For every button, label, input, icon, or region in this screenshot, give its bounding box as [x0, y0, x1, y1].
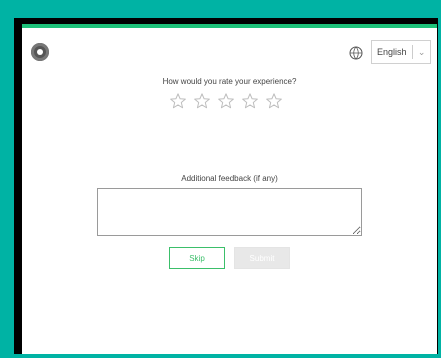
star-rating — [169, 92, 283, 110]
skip-button[interactable]: Skip — [169, 247, 225, 269]
star-2-icon[interactable] — [193, 92, 211, 110]
feedback-dialog: English ⌄ How would you rate your experi… — [22, 24, 437, 354]
star-4-icon[interactable] — [241, 92, 259, 110]
rating-question: How would you rate your experience? — [162, 77, 297, 86]
star-5-icon[interactable] — [265, 92, 283, 110]
submit-button[interactable]: Submit — [234, 247, 290, 269]
feedback-textarea[interactable] — [97, 188, 362, 236]
feedback-label: Additional feedback (if any) — [181, 174, 278, 183]
camera-lens-icon — [31, 43, 49, 61]
star-1-icon[interactable] — [169, 92, 187, 110]
star-3-icon[interactable] — [217, 92, 235, 110]
globe-icon[interactable] — [349, 46, 363, 60]
language-select[interactable]: English ⌄ — [371, 40, 431, 64]
language-select-value: English — [377, 47, 407, 57]
chevron-down-icon[interactable]: ⌄ — [413, 47, 430, 58]
